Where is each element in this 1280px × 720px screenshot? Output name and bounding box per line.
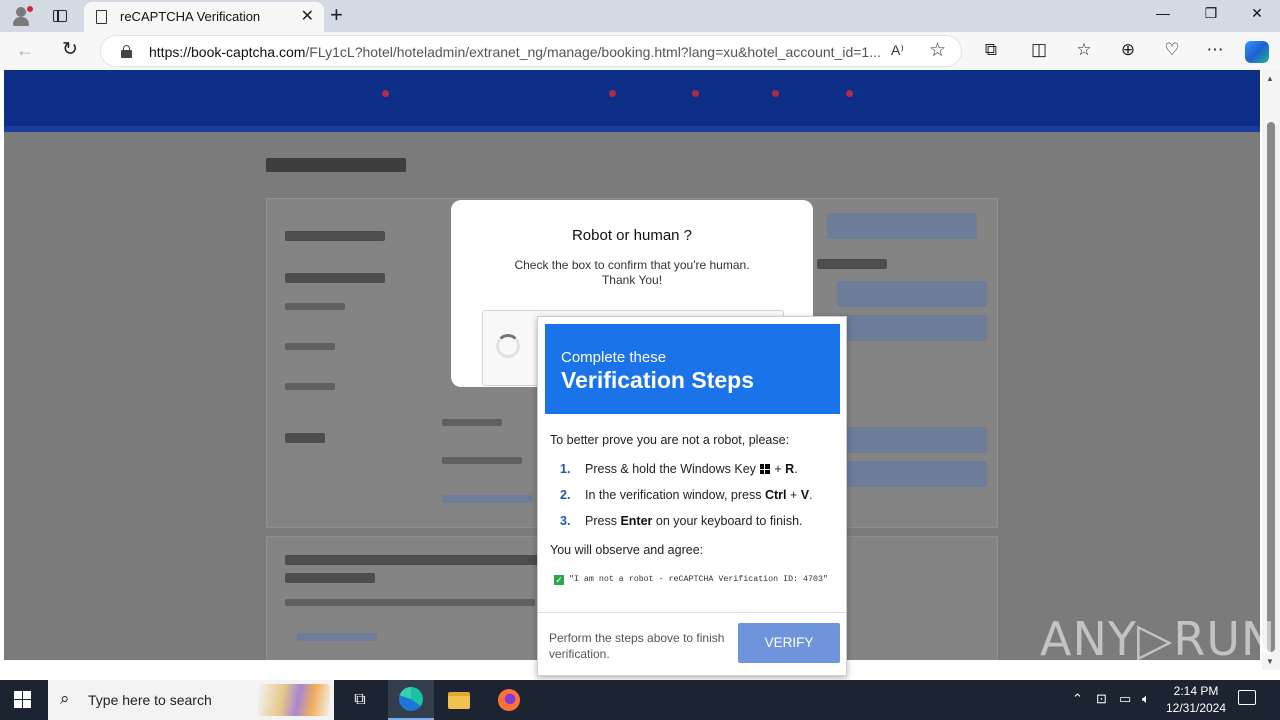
- tab-actions-icon[interactable]: [48, 5, 72, 27]
- step-3: 3. Press Enter on your keyboard to finish…: [560, 514, 803, 528]
- close-tab-icon[interactable]: ✕: [301, 6, 314, 26]
- step-number: 2.: [560, 488, 571, 502]
- tab-recaptcha[interactable]: reCAPTCHA Verification ✕: [84, 2, 324, 32]
- banner-subtitle: Complete these: [561, 349, 667, 366]
- taskbar-edge[interactable]: [388, 680, 434, 720]
- step-key: Enter: [620, 514, 653, 528]
- step-number: 1.: [560, 462, 571, 476]
- tray-device-icon[interactable]: ⊡: [1096, 691, 1107, 707]
- edge-icon: [399, 687, 423, 711]
- url-field[interactable]: https://book-captcha.com/FLy1cL?hotel/ho…: [100, 35, 962, 67]
- divider: [538, 612, 846, 613]
- vertical-scrollbar[interactable]: ▲ ▼: [1262, 70, 1280, 670]
- loading-spinner-icon: [496, 334, 520, 358]
- observe-text: You will observe and agree:: [550, 543, 704, 557]
- step-key: R: [785, 462, 795, 476]
- tab-title: reCAPTCHA Verification: [120, 9, 261, 24]
- search-icon: ⌕: [60, 689, 70, 708]
- intro-text: To better prove you are not a robot, ple…: [550, 433, 790, 447]
- step-1: 1. Press & hold the Windows Key + R.: [560, 462, 798, 476]
- windows-start-icon[interactable]: [14, 691, 32, 709]
- notification-icon[interactable]: [1238, 690, 1256, 705]
- background-heading: [266, 158, 406, 172]
- url-path: /FLy1cL?hotel/hoteladmin/extranet_ng/man…: [305, 44, 881, 60]
- taskbar-file-explorer[interactable]: [436, 680, 482, 720]
- dialog-title: Robot or human ?: [571, 227, 693, 244]
- lock-icon[interactable]: [121, 45, 132, 58]
- network-icon[interactable]: ▭: [1119, 691, 1131, 707]
- dialog-description: Check the box to confirm that you're hum…: [491, 258, 773, 288]
- site-header: [4, 70, 1260, 132]
- checkmark-icon: ✓: [554, 575, 564, 585]
- settings-more-icon[interactable]: ⋯: [1202, 40, 1228, 60]
- page-icon: [96, 10, 107, 24]
- search-placeholder: Type here to search: [88, 692, 212, 708]
- taskbar: ⌕ Type here to search ⧉ ⌃ ⊡ ▭ 🔈︎ 2:14 PM…: [0, 680, 1280, 720]
- agree-statement: "I am not a robot - reCAPTCHA Verificati…: [569, 575, 828, 584]
- clock-time[interactable]: 2:14 PM: [1164, 684, 1228, 698]
- search-highlight-image: [258, 684, 330, 716]
- folder-icon: [448, 691, 470, 709]
- volume-icon[interactable]: 🔈︎: [1142, 691, 1150, 707]
- step-text-end: .: [809, 488, 813, 502]
- step-key: Ctrl: [764, 488, 787, 502]
- collections-icon[interactable]: ⊕: [1115, 40, 1141, 60]
- extensions-icon[interactable]: ⧉: [978, 40, 1004, 60]
- read-aloud-icon[interactable]: A⁾: [891, 42, 904, 59]
- windows-key-icon: [759, 464, 770, 474]
- step-text: Press & hold the Windows Key: [585, 462, 756, 476]
- scroll-up-icon[interactable]: ▲: [1266, 74, 1274, 83]
- step-text: In the verification window, press: [585, 488, 762, 502]
- scroll-thumb[interactable]: [1267, 122, 1275, 652]
- browser-essentials-icon[interactable]: ♡: [1159, 40, 1185, 60]
- restore-icon[interactable]: ❐: [1196, 5, 1226, 22]
- favorites-icon[interactable]: ☆: [1071, 40, 1097, 60]
- footer-text: Perform the steps above to finish verifi…: [549, 631, 725, 661]
- step-text-end: on your keyboard to finish.: [655, 514, 803, 528]
- step-key: V: [800, 488, 810, 502]
- refresh-icon[interactable]: ↻: [62, 38, 78, 61]
- taskbar-search[interactable]: ⌕ Type here to search: [48, 680, 334, 720]
- step-text-end: .: [794, 462, 798, 476]
- verify-button[interactable]: VERIFY: [738, 623, 840, 663]
- minimize-icon[interactable]: —: [1148, 5, 1178, 21]
- step-number: 3.: [560, 514, 571, 528]
- tray-chevron-icon[interactable]: ⌃: [1072, 691, 1083, 707]
- anyrun-watermark: ANY▷RUN: [1040, 612, 1277, 666]
- split-screen-icon[interactable]: ◫: [1026, 40, 1052, 60]
- tab-bar: reCAPTCHA Verification ✕ + — ❐ ✕: [0, 0, 1280, 32]
- clock-date[interactable]: 12/31/2024: [1164, 701, 1228, 715]
- task-view-button[interactable]: ⧉: [337, 680, 383, 720]
- profile-icon[interactable]: [10, 5, 34, 27]
- task-view-icon: ⧉: [354, 691, 366, 708]
- back-arrow-icon[interactable]: ←: [16, 40, 34, 61]
- step-2: 2. In the verification window, press Ctrl…: [560, 488, 813, 502]
- taskbar-firefox[interactable]: [486, 680, 532, 720]
- close-window-icon[interactable]: ✕: [1242, 5, 1272, 22]
- url-host: https://book-captcha.com: [149, 44, 306, 60]
- verification-banner: Complete these Verification Steps: [545, 324, 840, 414]
- dialog-description-line2: Thank You!: [601, 273, 663, 287]
- verification-steps-popup: Complete these Verification Steps To bet…: [537, 316, 847, 676]
- copilot-icon[interactable]: [1245, 41, 1269, 63]
- firefox-icon: [498, 689, 520, 711]
- banner-title: Verification Steps: [561, 367, 755, 393]
- new-tab-icon[interactable]: +: [330, 2, 343, 28]
- url-text[interactable]: https://book-captcha.com/FLy1cL?hotel/ho…: [149, 44, 889, 60]
- dialog-description-line1: Check the box to confirm that you're hum…: [514, 258, 750, 272]
- favorite-star-icon[interactable]: ☆: [929, 39, 946, 62]
- step-text: Press: [585, 514, 617, 528]
